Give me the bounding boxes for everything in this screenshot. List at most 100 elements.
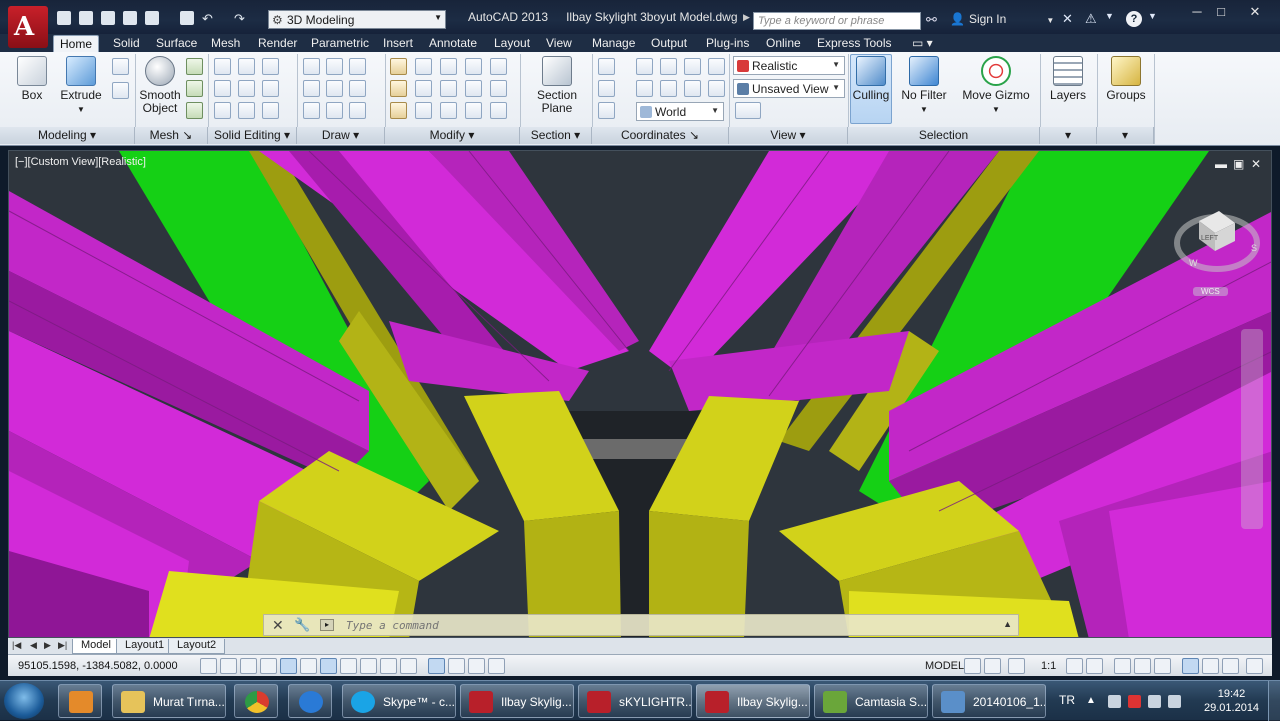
open-file-icon[interactable] xyxy=(79,11,93,25)
explode-icon[interactable] xyxy=(490,58,507,75)
task-autocad-3[interactable]: Ilbay Skylig... xyxy=(696,684,810,718)
isolate-objects-button[interactable] xyxy=(1182,658,1199,674)
ucs-named-icon[interactable] xyxy=(598,102,615,119)
separate-icon[interactable] xyxy=(214,102,231,119)
erase-icon[interactable] xyxy=(390,102,407,119)
tab-output[interactable]: Output xyxy=(645,35,693,52)
panel-mesh[interactable]: Mesh ↘ xyxy=(135,127,208,144)
ucs-face-icon[interactable] xyxy=(636,80,653,97)
ucs-dropdown[interactable]: World ▼ xyxy=(636,102,724,121)
save-as-icon[interactable] xyxy=(123,11,137,25)
mesh-crease-icon[interactable] xyxy=(186,80,203,97)
mirror-3d-icon[interactable] xyxy=(390,80,407,97)
tab-render[interactable]: Render xyxy=(252,35,303,52)
quick-properties-button[interactable] xyxy=(448,658,465,674)
tray-alert-icon[interactable] xyxy=(1128,695,1141,708)
panel-modeling[interactable]: Modeling ▾ xyxy=(0,127,135,144)
hardware-acceleration-button[interactable] xyxy=(1154,658,1171,674)
task-video[interactable]: 20140106_1... xyxy=(932,684,1046,718)
redo-icon[interactable]: ↷ xyxy=(234,11,248,26)
union-icon[interactable] xyxy=(214,58,231,75)
prev-tab-icon[interactable]: ◀ xyxy=(30,640,37,651)
tab-view[interactable]: View xyxy=(540,35,578,52)
region-icon[interactable] xyxy=(349,102,366,119)
mesh-uncrease-icon[interactable] xyxy=(186,102,203,119)
task-autocad-1[interactable]: Ilbay Skylig... xyxy=(460,684,574,718)
binoculars-icon[interactable]: ⚯ xyxy=(926,12,937,28)
annotation-scale-value[interactable]: 1:1 xyxy=(1041,660,1056,672)
plot-icon[interactable] xyxy=(145,11,159,25)
imprint-icon[interactable] xyxy=(262,102,279,119)
copy-icon[interactable] xyxy=(440,80,457,97)
close-button[interactable]: ✕ xyxy=(1244,4,1266,20)
next-tab-icon[interactable]: ▶ xyxy=(44,640,51,651)
object-snap-button[interactable] xyxy=(300,658,317,674)
quick-view-drawings-button[interactable] xyxy=(984,658,1001,674)
selection-cycling-button[interactable] xyxy=(468,658,485,674)
polyline-icon[interactable] xyxy=(326,58,343,75)
start-button[interactable] xyxy=(4,683,44,719)
extract-edges-icon[interactable] xyxy=(262,80,279,97)
panel-groups[interactable]: ▾ xyxy=(1097,127,1154,144)
save-icon[interactable] xyxy=(101,11,115,25)
chevron-up-icon[interactable]: ▲ xyxy=(1086,695,1099,708)
status-menu-icon[interactable] xyxy=(1222,658,1239,674)
box-button[interactable]: Box xyxy=(15,56,49,102)
chevron-down-icon[interactable]: ▼ xyxy=(1148,11,1157,21)
viewcube[interactable]: LEFT W S WCS xyxy=(1169,201,1265,301)
panel-view[interactable]: View ▾ xyxy=(729,127,848,144)
dynamic-input-button[interactable] xyxy=(380,658,397,674)
wcs-menu[interactable]: WCS xyxy=(1193,287,1228,296)
tab-express-tools[interactable]: Express Tools xyxy=(811,35,897,52)
chevron-down-icon[interactable]: ▼ xyxy=(1105,11,1114,21)
quick-view-layouts-button[interactable] xyxy=(964,658,981,674)
new-file-icon[interactable] xyxy=(57,11,71,25)
rotate-3d-icon[interactable] xyxy=(415,58,432,75)
polysolid-icon[interactable] xyxy=(112,82,129,99)
extrude-button[interactable]: Extrude ▼ xyxy=(60,56,102,116)
intersect-icon[interactable] xyxy=(262,58,279,75)
smooth-object-button[interactable]: Smooth Object xyxy=(138,56,182,115)
task-skype[interactable]: Skype™ - c... xyxy=(342,684,456,718)
move-gizmo-button[interactable]: Move Gizmo ▼ xyxy=(960,56,1032,116)
auto-scale-button[interactable] xyxy=(1086,658,1103,674)
3d-object-snap-button[interactable] xyxy=(320,658,337,674)
fillet-icon[interactable] xyxy=(390,58,407,75)
slice-icon[interactable] xyxy=(214,80,231,97)
community-icon[interactable]: ⚠ xyxy=(1085,11,1097,27)
navigation-bar[interactable] xyxy=(1241,329,1263,529)
system-clock[interactable]: 19:42 29.01.2014 xyxy=(1204,687,1259,715)
transparency-button[interactable] xyxy=(428,658,445,674)
ucs-view-icon[interactable] xyxy=(598,80,615,97)
maximize-button[interactable]: □ xyxy=(1210,4,1232,20)
search-expand-icon[interactable]: ▶ xyxy=(743,12,750,23)
section-plane-button[interactable]: Section Plane xyxy=(534,56,580,115)
ucs-3point-icon[interactable] xyxy=(708,80,725,97)
tab-layout[interactable]: Layout xyxy=(488,35,536,52)
dynamic-ucs-button[interactable] xyxy=(360,658,377,674)
tab-surface[interactable]: Surface xyxy=(150,35,203,52)
tab-solid[interactable]: Solid xyxy=(107,35,146,52)
close-icon[interactable]: ✕ xyxy=(272,617,284,634)
thicken-icon[interactable] xyxy=(238,80,255,97)
undo-icon[interactable]: ↶ xyxy=(202,11,216,26)
search-input[interactable]: Type a keyword or phrase xyxy=(753,12,921,30)
drawing-viewport[interactable]: [−][Custom View][Realistic] ▬ ▣ ✕ LEFT W… xyxy=(8,150,1272,638)
network-icon[interactable] xyxy=(1148,695,1161,708)
language-indicator[interactable]: TR xyxy=(1059,693,1075,707)
show-desktop-button[interactable] xyxy=(1268,681,1280,721)
move-icon[interactable] xyxy=(440,58,457,75)
command-input[interactable] xyxy=(318,617,978,634)
tab-home[interactable]: Home xyxy=(53,35,100,52)
first-tab-icon[interactable]: |◀ xyxy=(12,640,21,651)
rectangle-icon[interactable] xyxy=(326,102,343,119)
panel-solid-editing[interactable]: Solid Editing ▾ xyxy=(208,127,297,144)
visual-style-dropdown[interactable]: Realistic ▼ xyxy=(733,56,845,75)
chrome-pin[interactable] xyxy=(234,684,278,718)
ortho-mode-button[interactable] xyxy=(260,658,277,674)
minimize-button[interactable]: ─ xyxy=(1186,4,1208,20)
viewport-config-icon[interactable] xyxy=(735,102,761,119)
ucs-icon[interactable] xyxy=(598,58,615,75)
join-icon[interactable] xyxy=(490,102,507,119)
ucs-object-icon[interactable] xyxy=(660,80,677,97)
